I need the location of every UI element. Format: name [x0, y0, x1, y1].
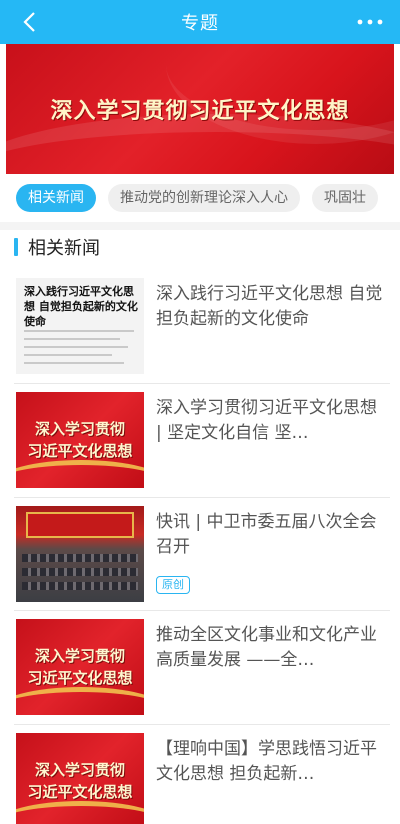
list-divider: [14, 497, 390, 498]
section-accent-bar: [14, 238, 18, 256]
news-item[interactable]: 深入学习贯彻 习近平文化思想 深入学习贯彻习近平文化思想 | 坚定文化自信 坚…: [14, 392, 390, 488]
thumbnail-caption: 深入践行习近平文化思想 自觉担负起新的文化使命: [24, 285, 138, 328]
section-header: 相关新闻: [14, 234, 100, 260]
topic-banner: 深入学习贯彻习近平文化思想: [6, 44, 394, 174]
thumbnail-caption: 习近平文化思想: [27, 442, 133, 460]
tab-related-news[interactable]: 相关新闻: [16, 184, 96, 212]
page-title: 专题: [181, 13, 219, 34]
tab-consolidate[interactable]: 巩固壮: [312, 184, 378, 212]
more-dots-icon: [357, 19, 383, 25]
banner-title: 深入学习贯彻习近平文化思想: [50, 99, 350, 124]
news-title: 快讯 | 中卫市委五届八次全会召开: [156, 512, 377, 557]
thumbnail-caption: 深入学习贯彻: [34, 647, 125, 665]
news-title: 深入践行习近平文化思想 自觉担负起新的文化使命: [156, 284, 383, 329]
thumbnail-caption: 深入学习贯彻: [34, 420, 125, 438]
divider: [0, 222, 400, 230]
tab-innovation-theory[interactable]: 推动党的创新理论深入人心: [108, 184, 300, 212]
thumbnail-caption: 习近平文化思想: [27, 783, 133, 801]
news-item[interactable]: 深入学习贯彻 习近平文化思想 推动全区文化事业和文化产业高质量发展 ——全…: [14, 619, 390, 715]
list-divider: [14, 383, 390, 384]
news-item[interactable]: 深入践行习近平文化思想 自觉担负起新的文化使命 深入践行习近平文化思想 自觉担负…: [14, 278, 390, 374]
news-thumbnail: 深入践行习近平文化思想 自觉担负起新的文化使命: [16, 278, 144, 374]
more-button[interactable]: [350, 6, 390, 38]
news-title: 深入学习贯彻习近平文化思想 | 坚定文化自信 坚…: [156, 398, 377, 443]
news-item[interactable]: 快讯 | 中卫市委五届八次全会召开 原创: [14, 506, 390, 602]
top-bar: 专题: [0, 0, 400, 44]
news-thumbnail: [16, 506, 144, 602]
news-title: 推动全区文化事业和文化产业高质量发展 ——全…: [156, 625, 377, 670]
thumbnail-caption: 习近平文化思想: [27, 669, 133, 687]
news-title: 【理响中国】学思践悟习近平文化思想 担负起新…: [156, 739, 377, 784]
list-divider: [14, 610, 390, 611]
back-button[interactable]: [14, 6, 44, 38]
chevron-left-icon: [23, 12, 35, 32]
topic-tabs: 相关新闻 推动党的创新理论深入人心 巩固壮: [0, 176, 400, 220]
thumbnail-caption: 深入学习贯彻: [34, 761, 125, 779]
list-divider: [14, 724, 390, 725]
original-badge: 原创: [156, 576, 190, 594]
news-item[interactable]: 深入学习贯彻 习近平文化思想 【理响中国】学思践悟习近平文化思想 担负起新…: [14, 733, 390, 824]
news-thumbnail: 深入学习贯彻 习近平文化思想: [16, 619, 144, 715]
section-title: 相关新闻: [28, 238, 100, 259]
news-thumbnail: 深入学习贯彻 习近平文化思想: [16, 392, 144, 488]
news-thumbnail: 深入学习贯彻 习近平文化思想: [16, 733, 144, 824]
